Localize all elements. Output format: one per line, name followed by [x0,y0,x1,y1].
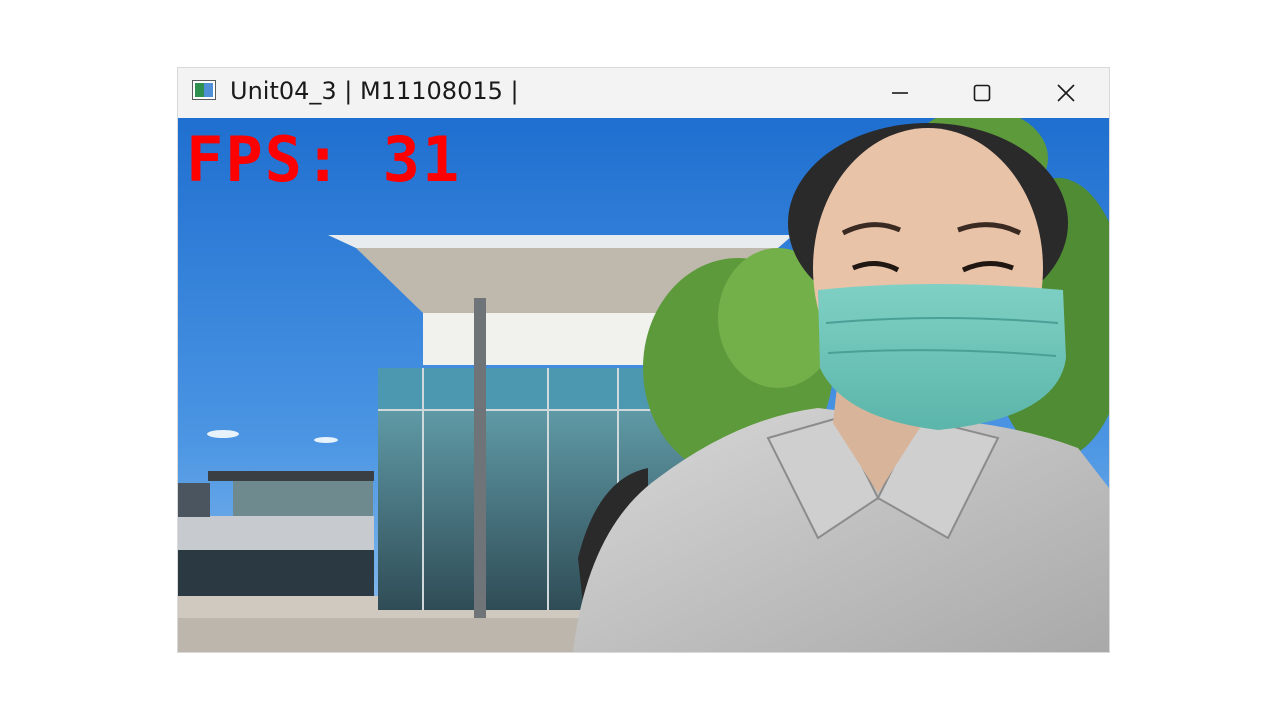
webcam-scene [178,118,1109,652]
cloud [207,430,239,438]
close-button[interactable] [1027,68,1105,118]
maximize-button[interactable] [943,68,1021,118]
low-building-left [178,483,210,517]
maximize-icon [972,83,992,103]
support-column [474,298,486,618]
title-bar[interactable]: Unit04_3 | M11108015 | [178,68,1109,118]
low-building-glass [178,550,374,596]
fps-counter: FPS: 31 [186,123,462,196]
low-building-wall [178,516,374,550]
video-frame: FPS: 31 [178,118,1109,652]
app-window: Unit04_3 | M11108015 | FPS: 31 [178,68,1109,652]
cloud [314,437,338,443]
opencv-window-icon [192,80,216,100]
window-title: Unit04_3 | M11108015 | [230,77,519,105]
building-roof [328,235,793,248]
minimize-button[interactable] [861,68,939,118]
low-building-upper [233,481,373,517]
low-building-roof [208,471,374,481]
minimize-icon [890,83,910,103]
close-icon [1056,83,1076,103]
